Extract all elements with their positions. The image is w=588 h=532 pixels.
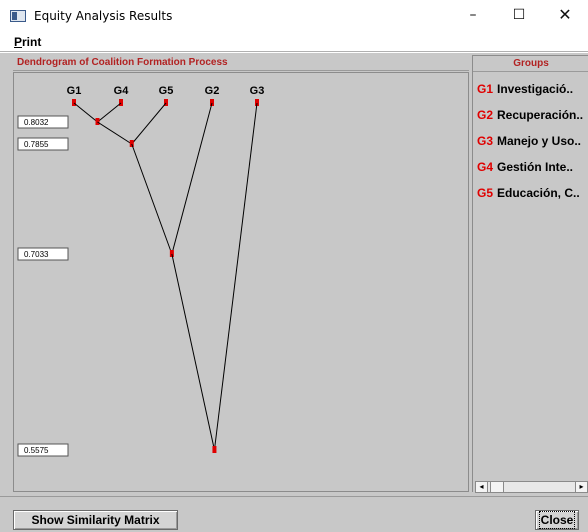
- group-code: G4: [477, 160, 494, 174]
- leaf-label-g3: G3: [250, 85, 265, 97]
- branch-line: [131, 102, 167, 145]
- group-code: G5: [477, 186, 494, 200]
- groups-horizontal-scrollbar[interactable]: ◂ ▸: [475, 481, 588, 493]
- app-icon: [10, 10, 26, 22]
- group-item-g1: G1 Investigació..: [477, 82, 573, 98]
- merge-node: [212, 446, 217, 453]
- close-button-label: Close: [538, 511, 576, 529]
- dendrogram-panel: 0.8032 0.7855 0.7033 0.5575 G1 G4 G5 G2 G3: [13, 72, 469, 492]
- level-label: 0.7033: [24, 250, 49, 259]
- leaf-label-g4: G4: [114, 85, 130, 97]
- group-name: Investigació..: [497, 82, 574, 96]
- group-name: Manejo y Uso..: [497, 134, 582, 148]
- bottom-separator: [0, 496, 588, 497]
- leaf-label-g2: G2: [205, 85, 220, 97]
- maximize-button[interactable]: ☐: [496, 0, 542, 32]
- groups-panel: Groups G1 Investigació.. G2 Recuperación..…: [472, 55, 588, 492]
- group-code: G1: [477, 82, 494, 96]
- branch-line: [97, 121, 133, 145]
- branch-line: [213, 102, 258, 451]
- dendrogram-header: Dendrogram of Coalition Formation Proces…: [13, 55, 469, 71]
- level-label: 0.7855: [24, 140, 49, 149]
- scroll-thumb[interactable]: [490, 482, 504, 492]
- minimize-button[interactable]: –: [450, 0, 496, 32]
- level-label: 0.5575: [24, 446, 49, 455]
- level-label: 0.8032: [24, 118, 49, 127]
- leaf-node: [210, 99, 214, 106]
- branch-line: [171, 102, 213, 255]
- window-title: Equity Analysis Results: [34, 9, 173, 23]
- scroll-left-arrow-icon[interactable]: ◂: [476, 482, 488, 492]
- scroll-right-arrow-icon[interactable]: ▸: [575, 482, 587, 492]
- leaf-label-g1: G1: [67, 85, 82, 97]
- group-code: G2: [477, 108, 494, 122]
- branch-line: [73, 102, 98, 123]
- merge-node: [129, 140, 134, 147]
- leaf-label-g5: G5: [159, 85, 174, 97]
- group-name: Gestión Inte..: [497, 160, 574, 174]
- menu-print[interactable]: Print: [14, 35, 41, 49]
- dendrogram-canvas: 0.8032 0.7855 0.7033 0.5575 G1 G4 G5 G2 G3: [17, 85, 265, 457]
- branch-line: [131, 143, 173, 255]
- branch-line: [171, 253, 215, 451]
- close-button[interactable]: Close: [535, 510, 579, 530]
- group-item-g5: G5 Educación, C..: [477, 186, 580, 202]
- merge-node: [95, 118, 100, 125]
- leaf-node: [119, 99, 123, 106]
- group-item-g3: G3 Manejo y Uso..: [477, 134, 581, 150]
- show-similarity-matrix-button[interactable]: Show Similarity Matrix: [13, 510, 178, 530]
- groups-header: Groups: [473, 56, 588, 72]
- branch-line: [97, 102, 122, 123]
- group-name: Recuperación..: [497, 108, 584, 122]
- group-name: Educación, C..: [497, 186, 580, 200]
- group-item-g4: G4 Gestión Inte..: [477, 160, 573, 176]
- group-item-g2: G2 Recuperación..: [477, 108, 583, 124]
- window-close-button[interactable]: ✕: [542, 0, 588, 32]
- title-bar: Equity Analysis Results – ☐ ✕: [0, 0, 588, 32]
- leaf-node: [72, 99, 76, 106]
- group-code: G3: [477, 134, 494, 148]
- dendrogram-title: Dendrogram of Coalition Formation Proces…: [17, 57, 228, 68]
- menu-bar: Print: [0, 32, 588, 52]
